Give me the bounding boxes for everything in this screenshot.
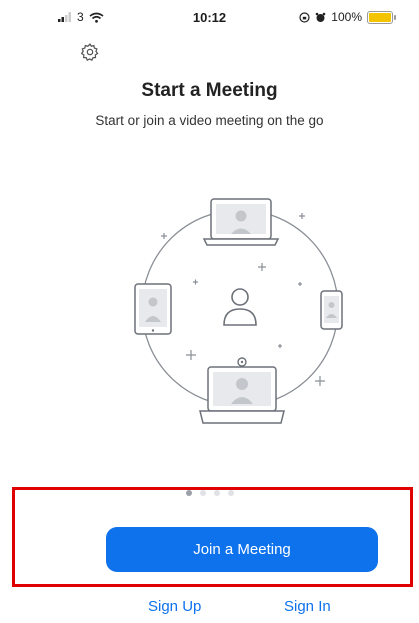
tablet-icon [134, 283, 172, 335]
page-title: Start a Meeting [141, 80, 278, 101]
battery-icon [367, 10, 396, 24]
gear-icon[interactable] [80, 42, 100, 62]
desktop-icon [199, 357, 285, 424]
laptop-icon [202, 198, 280, 246]
page-subtitle: Start or join a video meeting on the go [95, 113, 324, 128]
alarm-icon [315, 12, 326, 22]
battery-percent: 100% [331, 10, 362, 24]
person-icon [223, 288, 257, 326]
phone-icon [320, 290, 343, 330]
meeting-illustration [134, 198, 343, 424]
sign-up-link[interactable]: Sign Up [148, 598, 201, 615]
status-bar: 3 10:12 100% [0, 0, 419, 36]
sign-in-link[interactable]: Sign In [284, 598, 331, 615]
join-meeting-button[interactable]: Join a Meeting [106, 527, 378, 572]
orientation-lock-icon [299, 11, 310, 23]
status-right: 100% [299, 10, 396, 24]
